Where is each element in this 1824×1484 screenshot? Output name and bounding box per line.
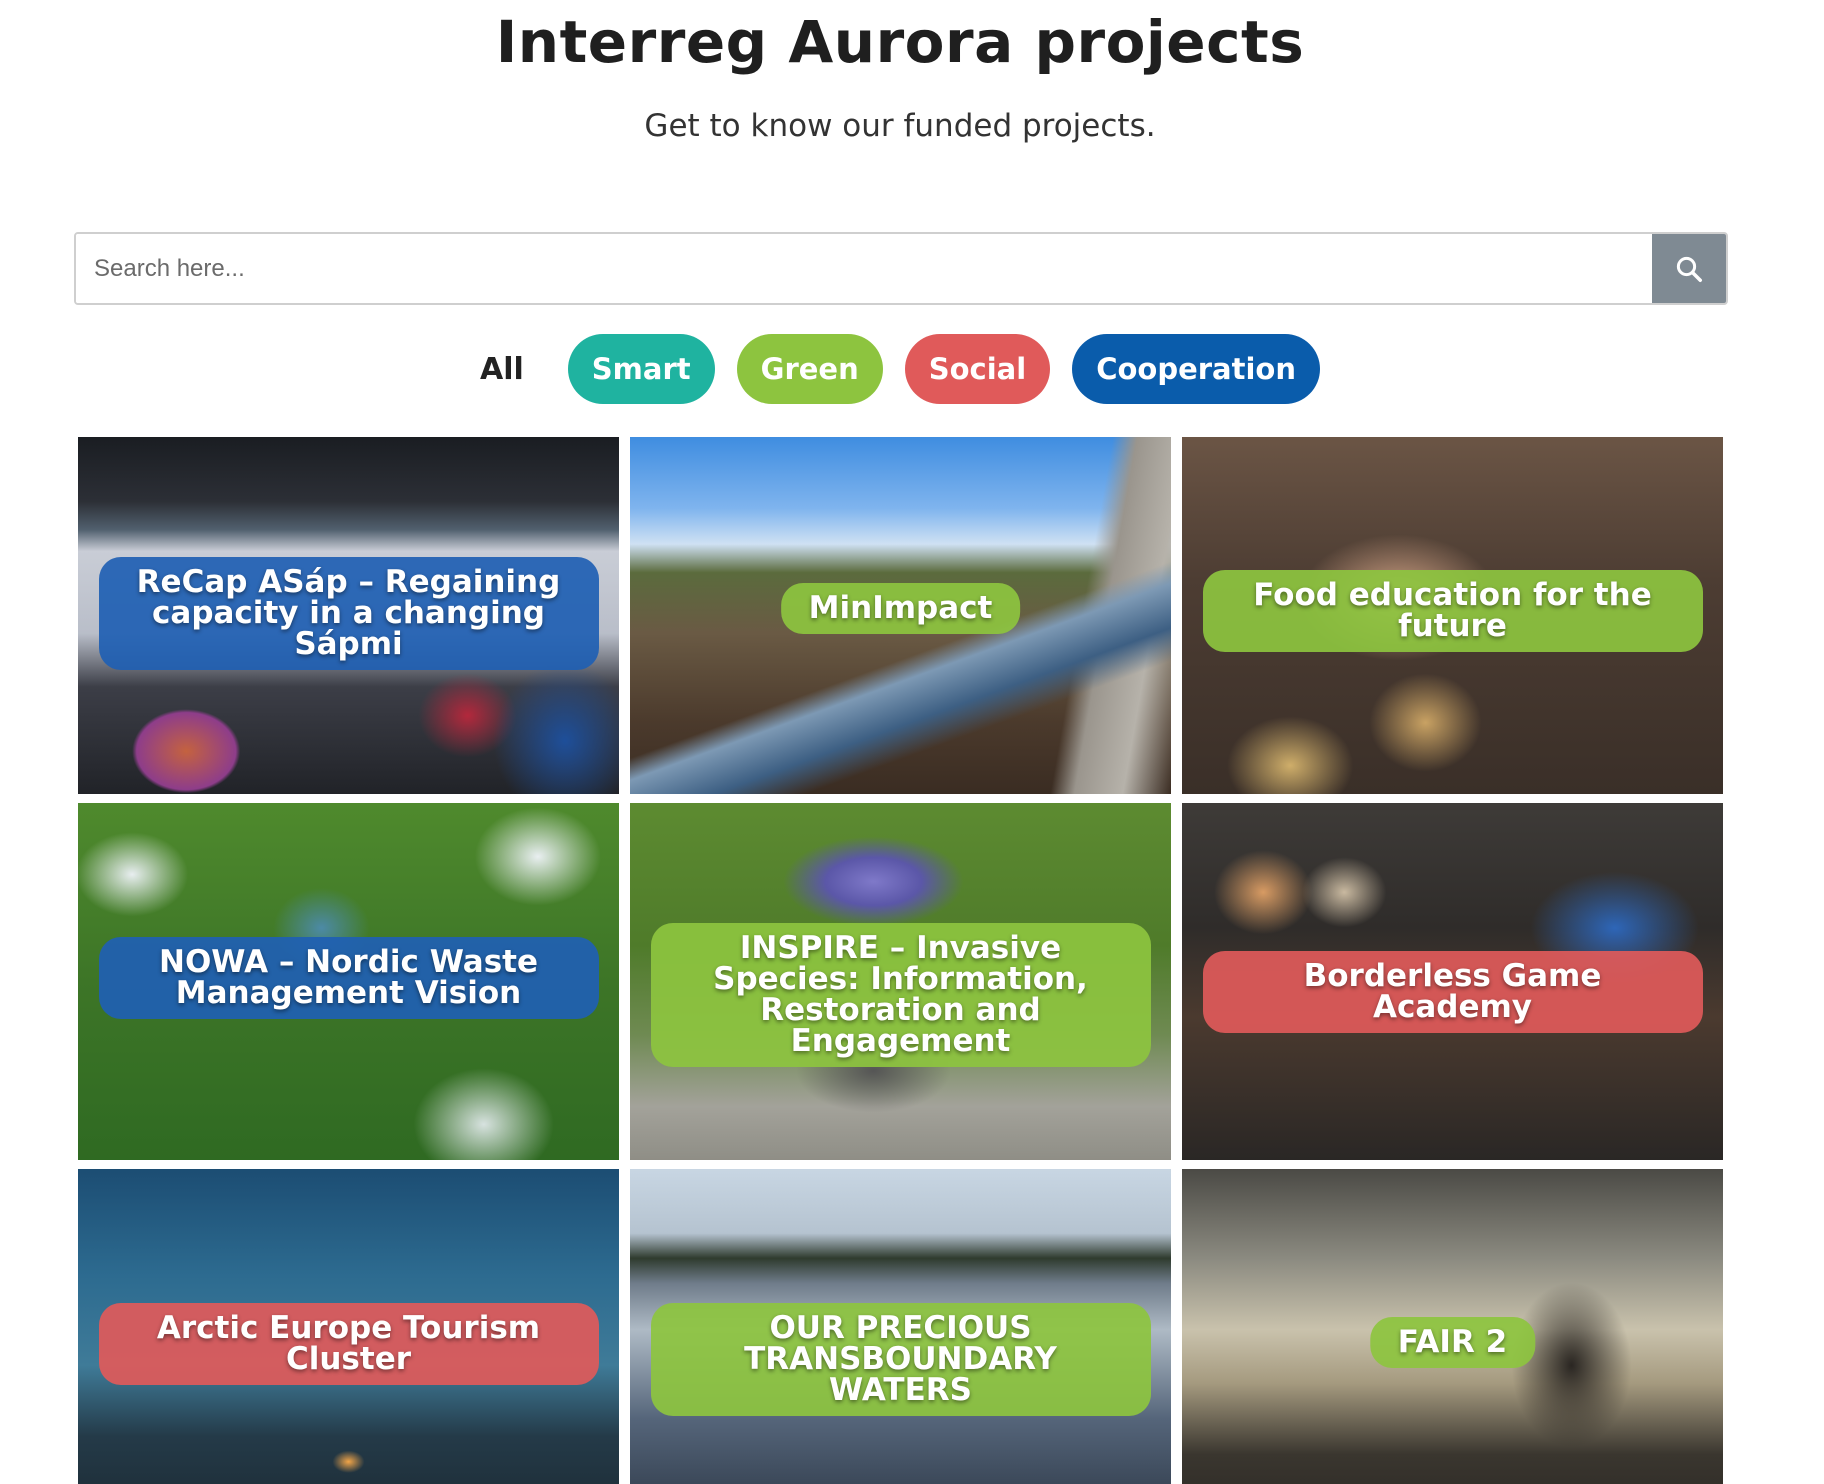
search-icon [1676, 256, 1702, 282]
project-card[interactable]: Borderless Game Academy [1182, 803, 1723, 1160]
project-title: Food education for the future [1202, 570, 1703, 652]
project-card[interactable]: OUR PRECIOUS TRANSBOUNDARY WATERS [630, 1169, 1171, 1484]
project-title: NOWA – Nordic Waste Management Vision [98, 937, 599, 1019]
page-title: Interreg Aurora projects [495, 8, 1305, 76]
page-subtitle: Get to know our funded projects. [644, 108, 1156, 144]
filter-social[interactable]: Social [904, 334, 1051, 404]
project-card[interactable]: NOWA – Nordic Waste Management Vision [78, 803, 619, 1160]
project-card[interactable]: Arctic Europe Tourism Cluster [78, 1169, 619, 1484]
filter-all[interactable]: All [480, 352, 546, 387]
project-title: Borderless Game Academy [1202, 951, 1703, 1033]
project-title: OUR PRECIOUS TRANSBOUNDARY WATERS [650, 1303, 1151, 1416]
project-card[interactable]: Food education for the future [1182, 437, 1723, 794]
filter-cooperation[interactable]: Cooperation [1072, 334, 1320, 404]
project-card[interactable]: FAIR 2 [1182, 1169, 1723, 1484]
project-card[interactable]: MinImpact [630, 437, 1171, 794]
project-grid: ReCap ASáp – Regaining capacity in a cha… [78, 437, 1724, 1484]
project-title: MinImpact [780, 583, 1021, 634]
project-card[interactable]: INSPIRE – Invasive Species: Information,… [630, 803, 1171, 1160]
project-title: Arctic Europe Tourism Cluster [98, 1303, 599, 1385]
project-title: FAIR 2 [1369, 1317, 1536, 1368]
category-filters: All Smart Green Social Cooperation [0, 334, 1800, 404]
filter-smart[interactable]: Smart [567, 334, 715, 404]
project-card[interactable]: ReCap ASáp – Regaining capacity in a cha… [78, 437, 619, 794]
search-button[interactable] [1652, 234, 1726, 303]
project-title: ReCap ASáp – Regaining capacity in a cha… [98, 557, 599, 670]
search-input[interactable] [76, 234, 1652, 303]
search-bar [74, 232, 1728, 305]
project-title: INSPIRE – Invasive Species: Information,… [650, 923, 1151, 1067]
filter-green[interactable]: Green [736, 334, 883, 404]
